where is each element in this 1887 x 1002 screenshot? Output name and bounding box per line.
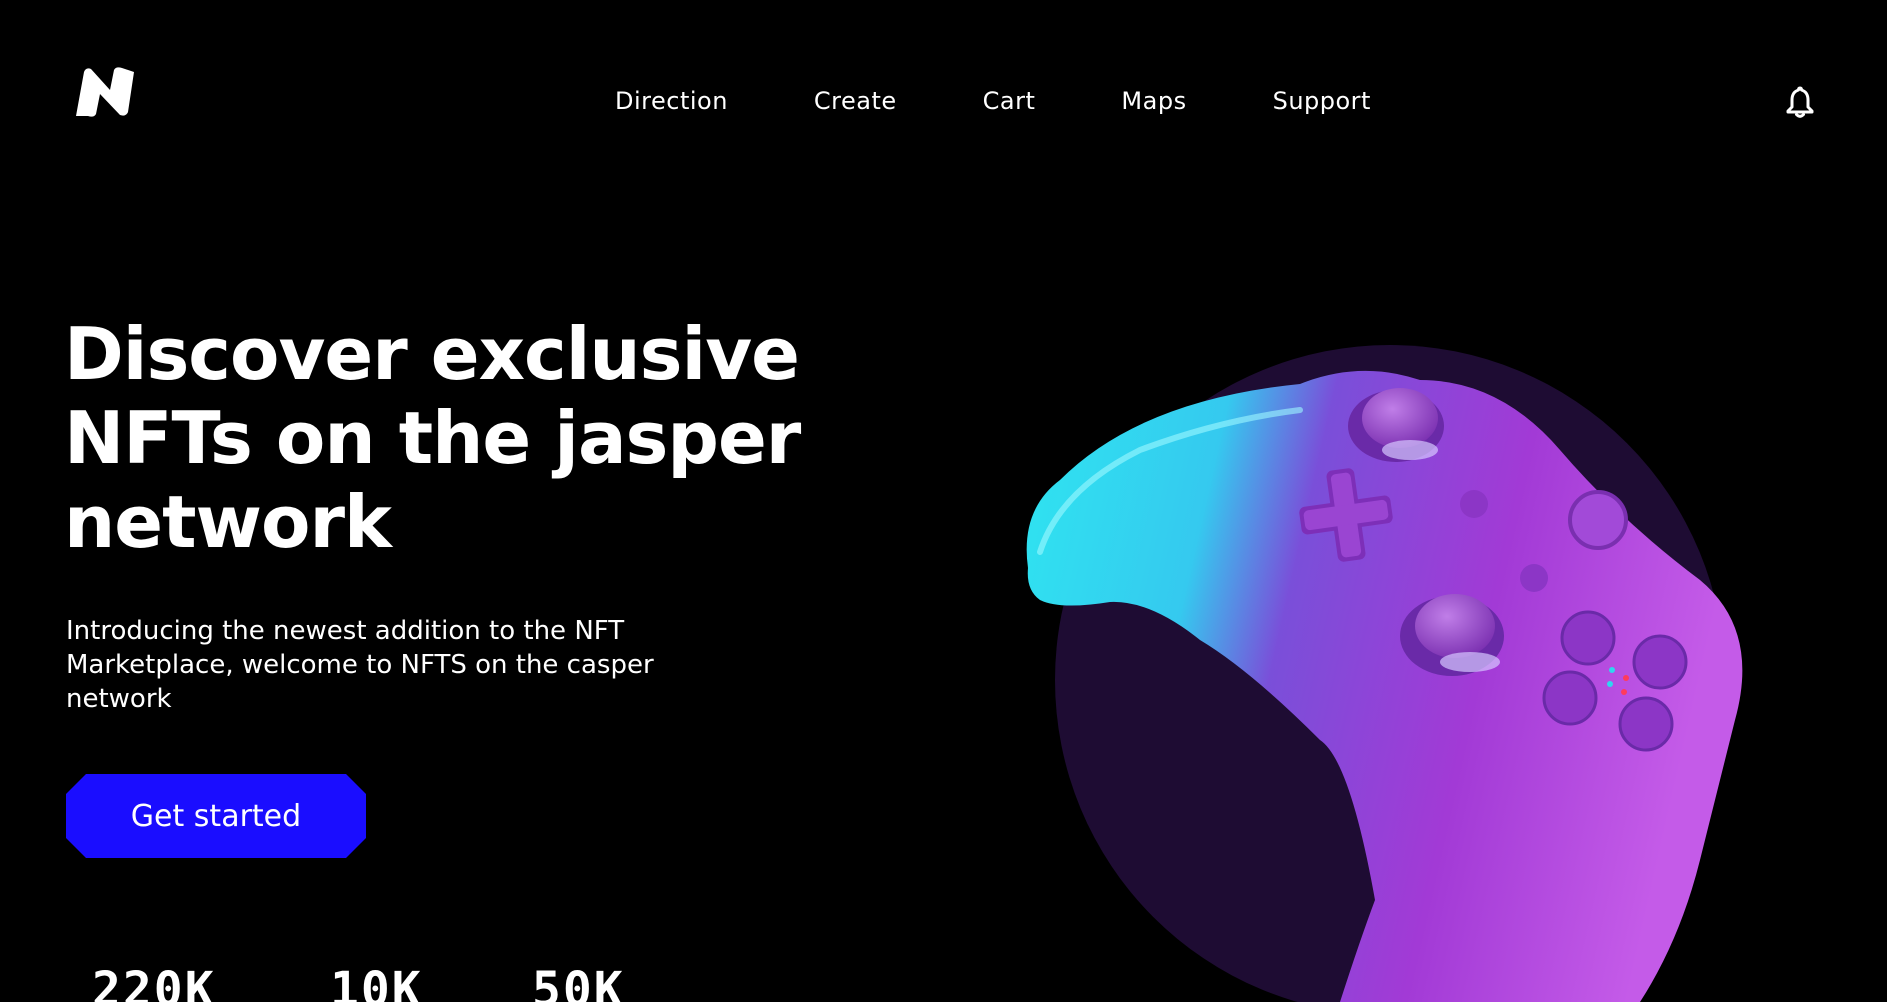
stat-value: 10K [330,962,423,1002]
hero-title: Discover exclusive NFTs on the jasper ne… [64,312,801,564]
nav-item-create[interactable]: Create [814,84,897,118]
nav-item-support[interactable]: Support [1273,84,1371,118]
hero-subtitle: Introducing the newest addition to the N… [66,616,654,714]
logo-icon[interactable] [70,66,138,118]
stat-value: 220K [92,962,216,1002]
nav-item-direction[interactable]: Direction [615,84,728,118]
game-controller-image [1000,340,1780,1002]
bell-icon[interactable] [1786,86,1814,118]
get-started-button[interactable]: Get started [66,774,366,858]
nav-item-maps[interactable]: Maps [1121,84,1186,118]
nav-item-cart[interactable]: Cart [983,84,1036,118]
stat-value: 50K [532,962,625,1002]
main-nav: Direction Create Cart Maps Support [615,84,1371,118]
stats-row: 220K 10K 50K [92,960,792,1002]
